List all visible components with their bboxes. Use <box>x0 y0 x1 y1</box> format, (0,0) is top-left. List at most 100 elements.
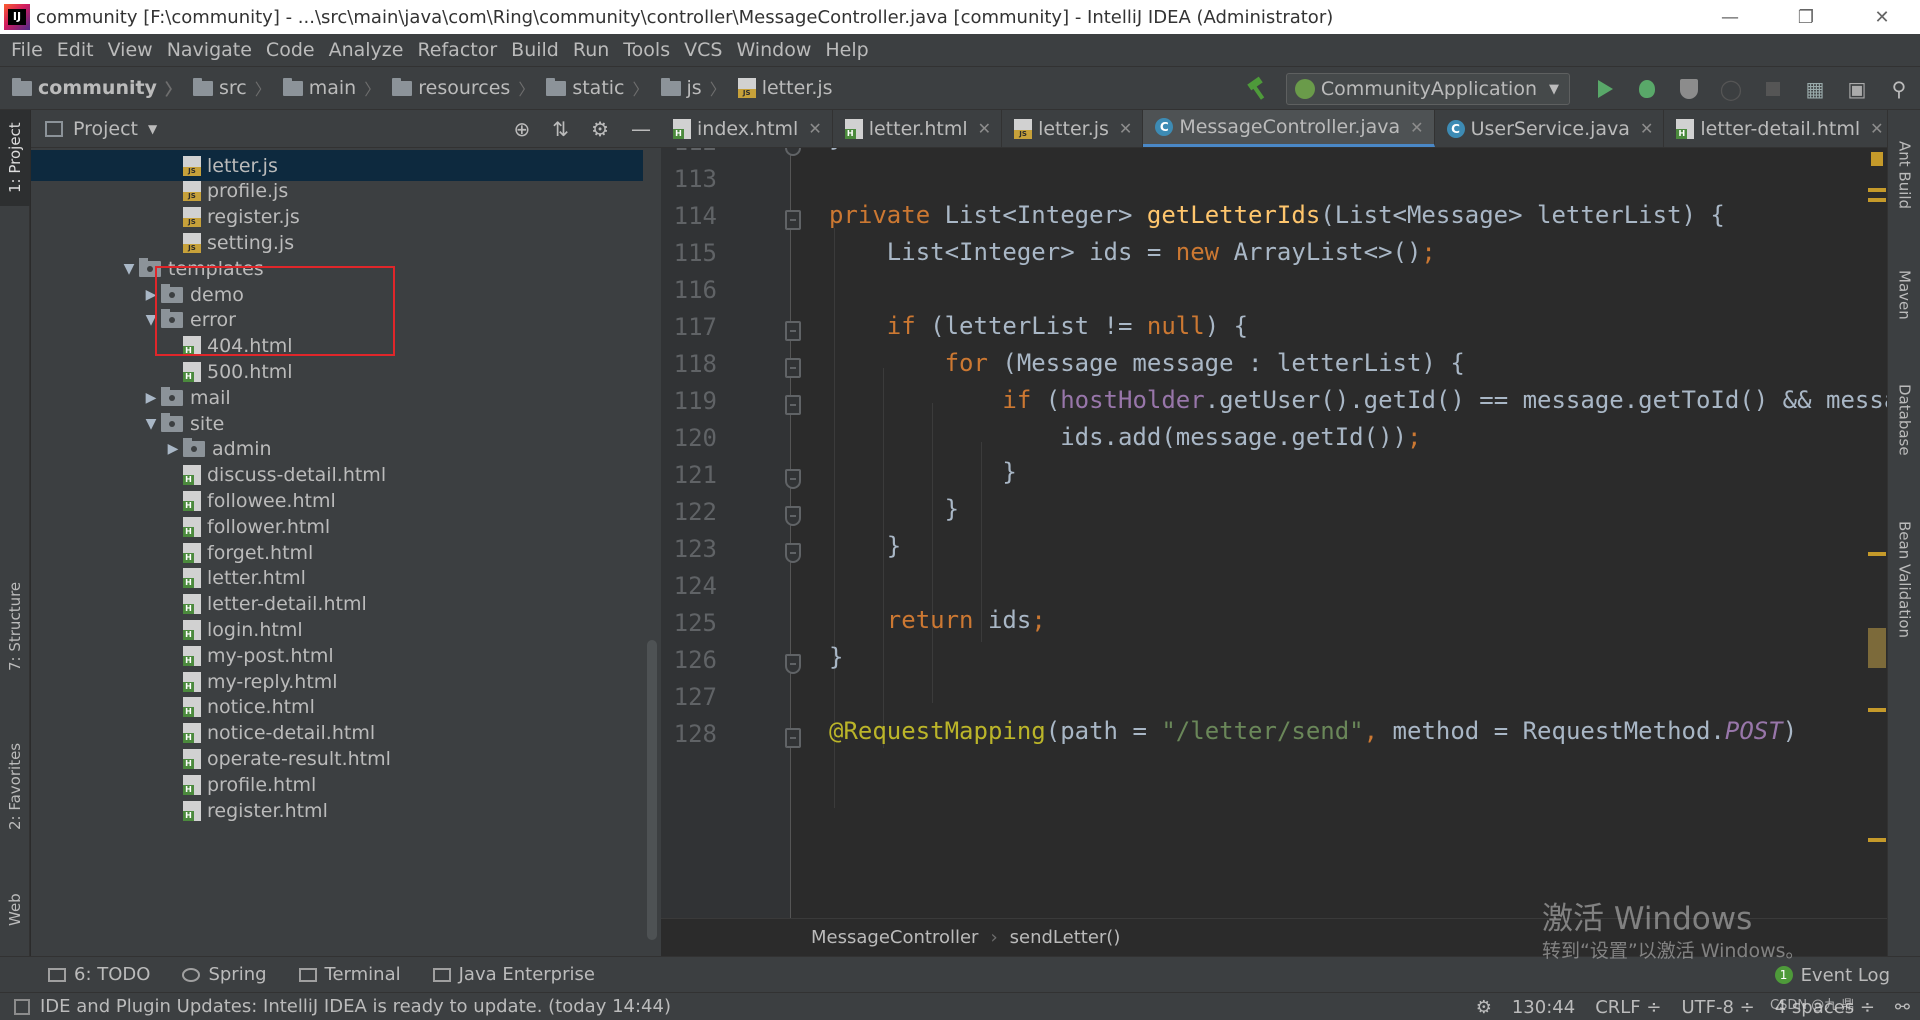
minimize-button[interactable]: — <box>1692 0 1768 34</box>
fold-toggle-icon[interactable] <box>785 469 801 489</box>
fold-toggle-icon[interactable] <box>785 321 801 341</box>
project-panel-title[interactable]: Project <box>73 118 138 140</box>
run-configuration-select[interactable]: CommunityApplication ▼ <box>1285 73 1570 105</box>
tool-tab-structure[interactable]: 7: Structure <box>0 570 30 682</box>
tool-tab-maven[interactable]: Maven <box>1888 250 1920 340</box>
editor-tab-index-html[interactable]: index.html ✕ <box>661 110 833 147</box>
editor-crumb-class[interactable]: MessageController <box>811 927 978 948</box>
crumb-static[interactable]: static 〉 <box>546 76 649 100</box>
run-button[interactable] <box>1593 77 1617 101</box>
menu-file[interactable]: File <box>4 39 50 61</box>
line-separator[interactable]: CRLF ÷ <box>1595 997 1661 1018</box>
menu-analyze[interactable]: Analyze <box>322 39 411 61</box>
close-icon[interactable]: ✕ <box>978 119 991 138</box>
stop-button[interactable] <box>1761 77 1785 101</box>
project-structure-button[interactable]: ▦ <box>1803 77 1827 101</box>
restore-button[interactable]: ❐ <box>1768 0 1844 34</box>
menu-run[interactable]: Run <box>566 39 616 61</box>
menu-tools[interactable]: Tools <box>616 39 677 61</box>
fold-toggle-icon[interactable] <box>785 654 801 674</box>
editor-tab-letter-js[interactable]: letter.js ✕ <box>1002 110 1144 147</box>
tool-tab-project[interactable]: 1: Project <box>0 110 30 206</box>
debug-button[interactable] <box>1635 77 1659 101</box>
editor-crumb-method[interactable]: sendLetter() <box>1010 927 1121 948</box>
hide-panel-icon[interactable]: — <box>631 117 651 141</box>
menu-help[interactable]: Help <box>818 39 875 61</box>
tool-tab-terminal[interactable]: Terminal <box>298 964 401 985</box>
editor-tab-messagecontroller[interactable]: C MessageController.java ✕ <box>1143 110 1435 147</box>
crumb-community[interactable]: community 〉 <box>12 76 181 100</box>
project-tree-scrollbar[interactable] <box>647 640 657 940</box>
tool-tab-bean-validation[interactable]: Bean Validation <box>1888 500 1920 660</box>
code-marker[interactable] <box>1868 552 1886 556</box>
menu-view[interactable]: View <box>101 39 160 61</box>
tree-item[interactable]: register.html <box>31 795 643 826</box>
tool-tab-ant-build[interactable]: Ant Build <box>1888 120 1920 230</box>
gear-icon[interactable]: ⚙ <box>591 117 609 141</box>
close-icon[interactable]: ✕ <box>1410 118 1423 137</box>
search-everywhere-button[interactable]: ⚲ <box>1887 77 1911 101</box>
menu-edit[interactable]: Edit <box>50 39 101 61</box>
menu-code[interactable]: Code <box>259 39 322 61</box>
expanded-arrow-icon[interactable]: ▼ <box>141 416 161 432</box>
fold-toggle-icon[interactable] <box>785 395 801 415</box>
status-message[interactable]: IDE and Plugin Updates: IntelliJ IDEA is… <box>40 996 671 1017</box>
crumb-src[interactable]: src 〉 <box>192 76 271 100</box>
tool-tab-web[interactable]: Web <box>0 870 30 950</box>
fold-toggle-icon[interactable] <box>785 506 801 526</box>
fold-toggle-icon[interactable] <box>785 210 801 230</box>
build-hammer-icon[interactable] <box>1246 78 1268 100</box>
tool-tab-java-enterprise[interactable]: Java Enterprise <box>432 964 595 985</box>
collapsed-arrow-icon[interactable]: ▶ <box>141 390 161 406</box>
file-encoding[interactable]: UTF-8 ÷ <box>1681 997 1754 1018</box>
close-icon[interactable]: ✕ <box>1119 119 1132 138</box>
close-button[interactable]: ✕ <box>1844 0 1920 34</box>
tool-tab-favorites[interactable]: 2: Favorites <box>0 730 30 842</box>
line-number: 128 <box>673 720 717 748</box>
coverage-button[interactable] <box>1677 77 1701 101</box>
expanded-arrow-icon[interactable]: ▼ <box>119 261 139 277</box>
error-stripe[interactable] <box>1868 148 1886 918</box>
code-marker[interactable] <box>1868 628 1886 668</box>
profile-button[interactable]: ◯ <box>1719 77 1743 101</box>
toggle-tool-windows-icon[interactable] <box>14 998 30 1015</box>
menu-vcs[interactable]: VCS <box>677 39 729 61</box>
code-marker[interactable] <box>1868 838 1886 842</box>
collapsed-arrow-icon[interactable]: ▶ <box>141 287 161 303</box>
editor-tab-letter-detail[interactable]: letter-detail.html ✕ <box>1664 110 1895 147</box>
caret-position[interactable]: 130:44 <box>1512 997 1575 1018</box>
crumb-letter-js[interactable]: letter.js <box>737 77 833 99</box>
tool-tab-spring[interactable]: Spring <box>182 964 267 985</box>
close-icon[interactable]: ✕ <box>1870 119 1883 138</box>
menu-navigate[interactable]: Navigate <box>160 39 259 61</box>
code-editor[interactable]: 112 113 114 115 116 117 118 119 120 121 122 123 124 1… <box>661 148 1887 918</box>
fold-toggle-icon[interactable] <box>785 543 801 563</box>
collapsed-arrow-icon[interactable]: ▶ <box>163 441 183 457</box>
editor-tab-letter-html[interactable]: letter.html ✕ <box>833 110 1003 147</box>
code-marker[interactable] <box>1868 708 1886 712</box>
expanded-arrow-icon[interactable]: ▼ <box>141 312 161 328</box>
close-icon[interactable]: ✕ <box>808 119 821 138</box>
fold-toggle-icon[interactable] <box>785 358 801 378</box>
tool-tab-database[interactable]: Database <box>1888 360 1920 480</box>
editor-tab-userservice[interactable]: C UserService.java ✕ <box>1435 110 1665 147</box>
code-marker[interactable] <box>1868 188 1886 192</box>
crumb-main[interactable]: main 〉 <box>282 76 380 100</box>
locate-icon[interactable]: ⊕ <box>514 117 531 141</box>
menu-window[interactable]: Window <box>729 39 818 61</box>
collapse-all-icon[interactable]: ⇅ <box>552 117 569 141</box>
code-marker[interactable] <box>1868 198 1886 202</box>
sdk-button[interactable]: ▣ <box>1845 77 1869 101</box>
crumb-resources[interactable]: resources 〉 <box>392 76 534 100</box>
tool-tab-todo[interactable]: 6: TODO <box>48 964 150 985</box>
menu-refactor[interactable]: Refactor <box>410 39 504 61</box>
inspection-status-marker[interactable] <box>1871 152 1883 166</box>
lock-icon[interactable]: ⚯ <box>1895 997 1910 1018</box>
chevron-down-icon[interactable]: ▼ <box>148 122 157 136</box>
event-log-button[interactable]: 1 Event Log <box>1774 957 1890 993</box>
fold-toggle-icon[interactable] <box>785 728 801 748</box>
menu-build[interactable]: Build <box>504 39 566 61</box>
close-icon[interactable]: ✕ <box>1640 119 1653 138</box>
crumb-js[interactable]: js 〉 <box>660 76 726 100</box>
lightbulb-settings-icon[interactable]: ⚙ <box>1476 997 1492 1018</box>
